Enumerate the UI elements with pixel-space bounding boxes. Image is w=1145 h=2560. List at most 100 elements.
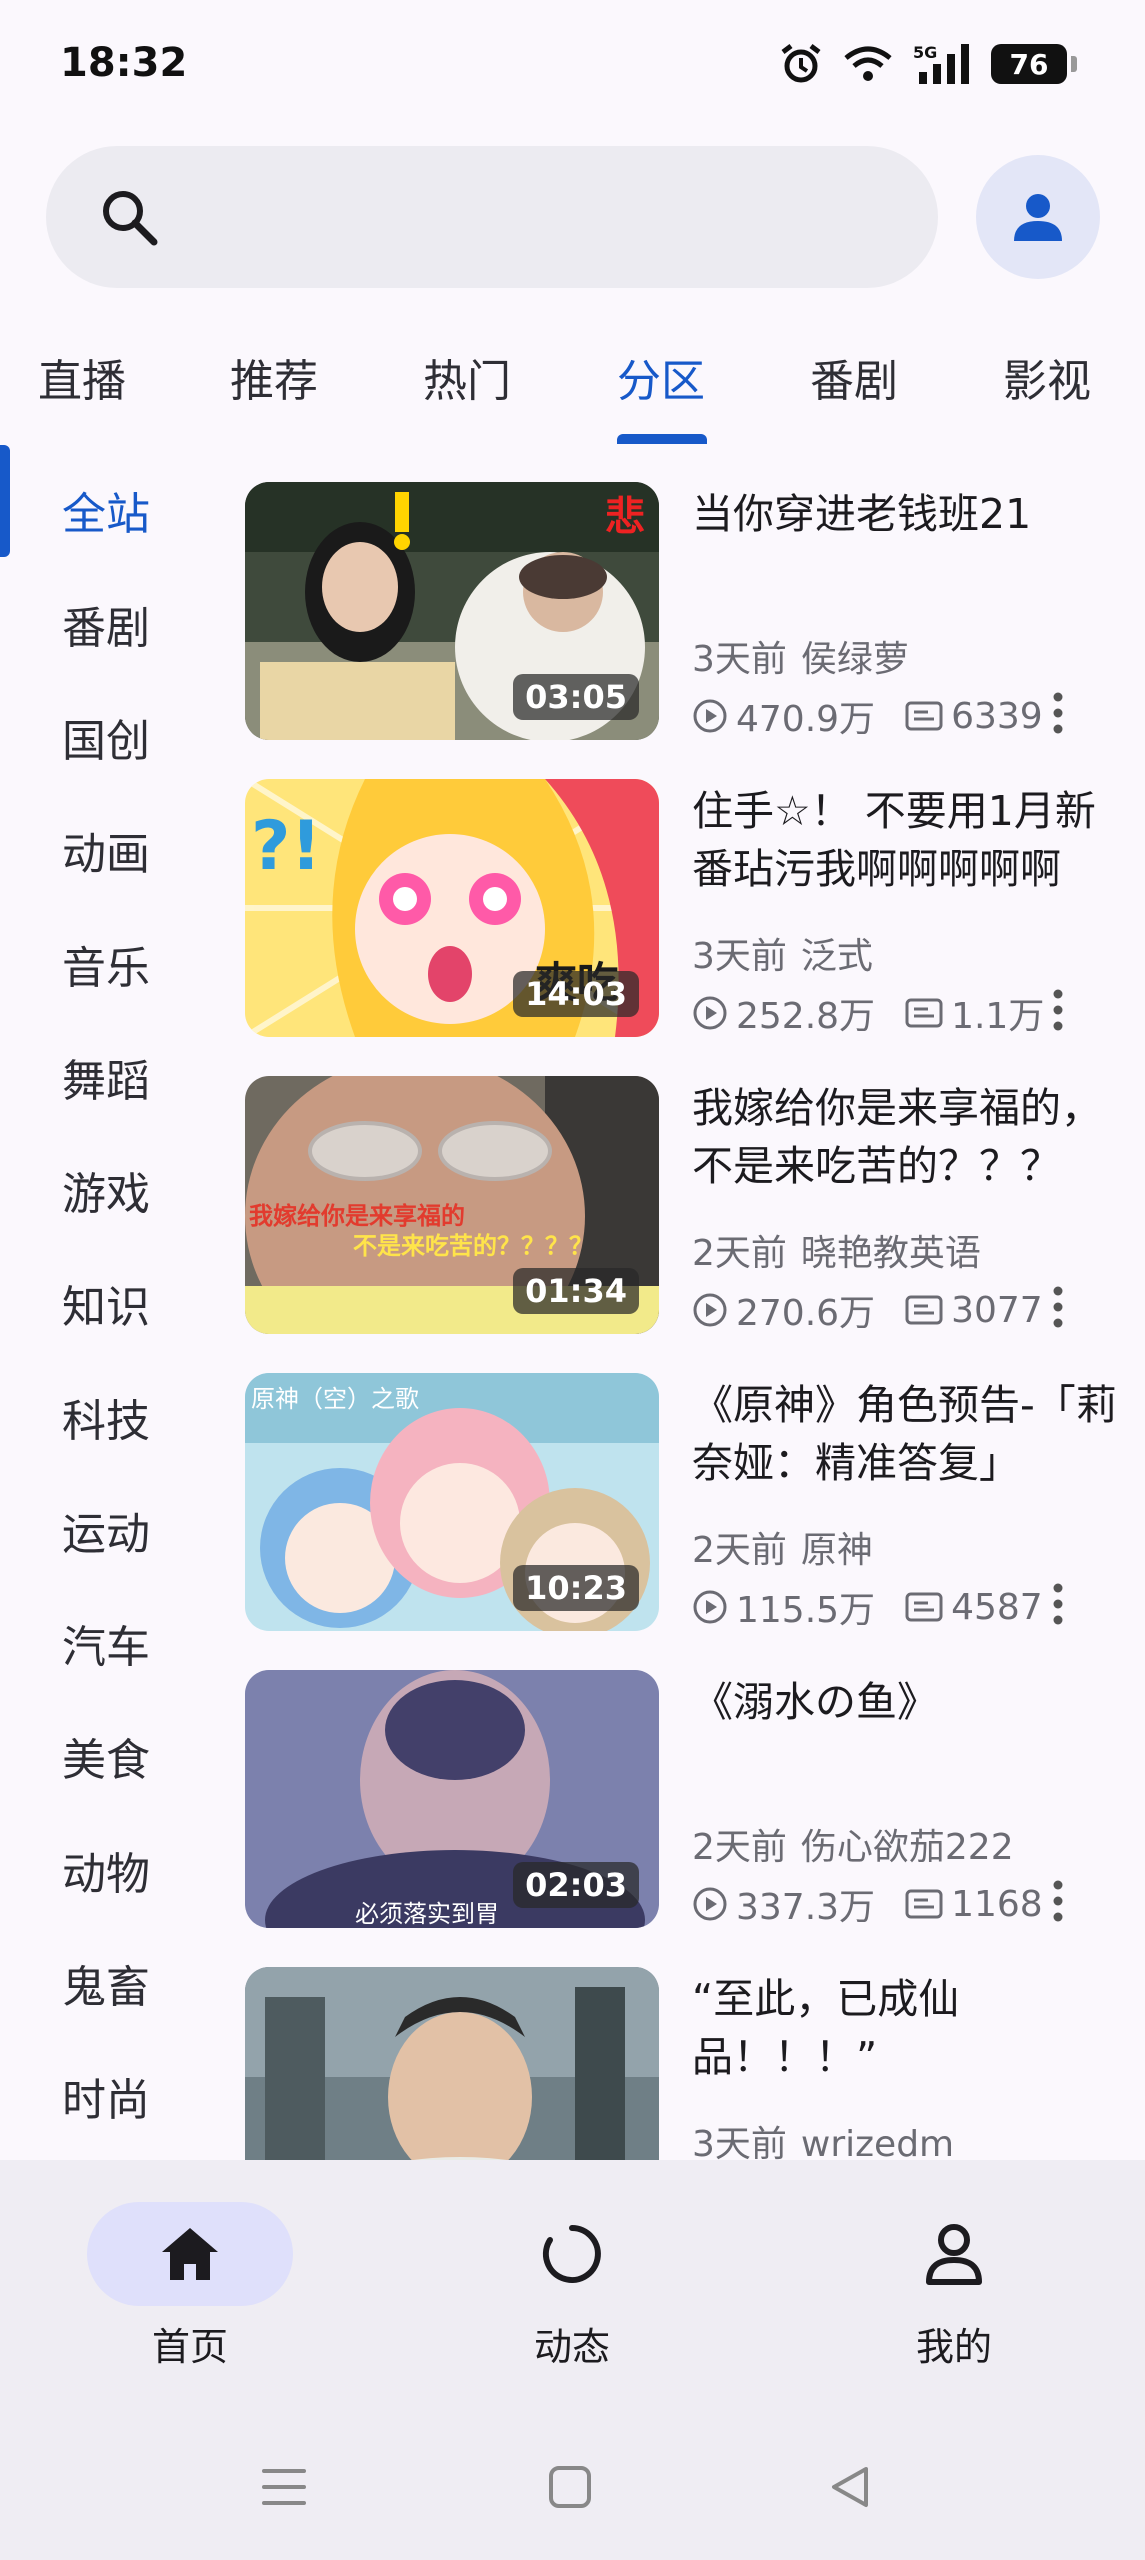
- video-uploader[interactable]: 原神: [801, 1530, 873, 1571]
- video-uploader[interactable]: 泛式: [801, 936, 873, 977]
- video-title[interactable]: 我嫁给你是来享福的，不是来吃苦的？？？: [692, 1079, 1132, 1195]
- home-icon: [162, 2228, 218, 2280]
- video-title[interactable]: 《原神》角色预告-「莉奈娅：精准答复」: [692, 1376, 1132, 1492]
- video-views: 252.8万: [736, 996, 876, 1037]
- video-thumbnail[interactable]: 悲 03:05: [245, 482, 659, 740]
- nav-dynamic-pill: [469, 2202, 675, 2306]
- back-icon[interactable]: [828, 2465, 872, 2509]
- category-food[interactable]: 美食: [62, 1724, 150, 1788]
- category-sports[interactable]: 运动: [62, 1498, 150, 1562]
- account-button[interactable]: [976, 155, 1100, 279]
- wifi-icon: [844, 46, 892, 81]
- danmaku-icon: [905, 1889, 943, 1919]
- category-bangumi[interactable]: 番剧: [62, 592, 150, 656]
- tab-recommended[interactable]: 推荐: [230, 345, 318, 409]
- video-title[interactable]: 《溺水の鱼》: [692, 1673, 1132, 1731]
- nav-profile[interactable]: 我的: [849, 2202, 1059, 2371]
- category-music[interactable]: 音乐: [62, 932, 150, 996]
- video-feed: 悲 03:05 当你穿进老钱班21 3天前 侯绿萝 470.9万 6339 ?!…: [240, 445, 1145, 2160]
- category-tech[interactable]: 科技: [62, 1385, 150, 1449]
- dynamic-icon: [542, 2225, 601, 2283]
- video-danmaku-count: 1168: [951, 1883, 1043, 1925]
- video-title[interactable]: 当你穿进老钱班21: [692, 485, 1132, 543]
- video-thumbnail[interactable]: 必须落实到胃 02:03: [245, 1670, 659, 1928]
- video-uploader[interactable]: 伤心欲茄222: [801, 1827, 1014, 1868]
- video-duration: 14:03: [513, 971, 639, 1017]
- nav-home-pill: [87, 2202, 293, 2306]
- category-guichu[interactable]: 鬼畜: [62, 1951, 150, 2015]
- video-views: 270.6万: [736, 1293, 876, 1334]
- nav-dynamic[interactable]: 动态: [467, 2202, 677, 2371]
- video-thumbnail[interactable]: ?! 爽吃 14:03: [245, 779, 659, 1037]
- tab-movies[interactable]: 影视: [1003, 345, 1091, 409]
- video-card[interactable]: 必须落实到胃 02:03 《溺水の鱼》 2天前 伤心欲茄222 337.3万 11…: [240, 1633, 1145, 1928]
- category-cars[interactable]: 汽车: [62, 1611, 150, 1675]
- video-card[interactable]: 原神（空）之歌 10:23 《原神》角色预告-「莉奈娅：精准答复」 2天前 原神 …: [240, 1336, 1145, 1631]
- video-meta: 3天前 泛式: [692, 927, 873, 979]
- svg-text:我嫁给你是来享福的: 我嫁给你是来享福的: [249, 1202, 465, 1230]
- video-stats: 252.8万 1.1万: [692, 987, 1044, 1039]
- video-title[interactable]: 住手☆！ 不要用1月新番玷污我啊啊啊啊啊: [692, 782, 1132, 898]
- video-duration: 02:03: [513, 1862, 639, 1908]
- video-title[interactable]: “至此，已成仙品！！！”: [692, 1970, 1132, 2086]
- video-stats: 115.5万 4587: [692, 1581, 1043, 1633]
- danmaku-icon: [905, 1592, 943, 1622]
- video-stats: 470.9万 6339: [692, 690, 1043, 742]
- tab-zones[interactable]: 分区: [617, 345, 705, 409]
- danmaku-icon: [905, 701, 943, 731]
- home-button-icon[interactable]: [548, 2465, 592, 2509]
- more-options-icon[interactable]: [1048, 1879, 1068, 1923]
- play-count-icon: [693, 1293, 727, 1327]
- more-options-icon[interactable]: [1048, 1285, 1068, 1329]
- category-dance[interactable]: 舞蹈: [62, 1045, 150, 1109]
- video-thumbnail[interactable]: [245, 1967, 659, 2160]
- video-card[interactable]: 悲 03:05 当你穿进老钱班21 3天前 侯绿萝 470.9万 6339: [240, 445, 1145, 740]
- category-knowledge[interactable]: 知识: [62, 1271, 150, 1335]
- video-uploader[interactable]: 侯绿萝: [801, 639, 909, 680]
- nav-home[interactable]: 首页: [85, 2202, 295, 2371]
- video-duration: 01:34: [513, 1268, 639, 1314]
- category-animation[interactable]: 动画: [62, 818, 150, 882]
- category-game[interactable]: 游戏: [62, 1158, 150, 1222]
- video-uploader[interactable]: wrizedm: [801, 2124, 954, 2160]
- video-meta: 3天前 wrizedm: [692, 2115, 954, 2160]
- play-count-icon: [693, 1590, 727, 1624]
- tab-anime[interactable]: 番剧: [810, 345, 898, 409]
- more-options-icon[interactable]: [1048, 988, 1068, 1032]
- svg-text:悲: 悲: [605, 494, 645, 540]
- video-card[interactable]: “至此，已成仙品！！！” 3天前 wrizedm: [240, 1930, 1145, 2160]
- category-all[interactable]: 全站: [62, 478, 150, 542]
- video-publish-time: 2天前: [692, 1233, 787, 1274]
- alarm-icon: [781, 44, 821, 83]
- video-thumbnail[interactable]: 我嫁给你是来享福的 不是来吃苦的？？？？ 01:34: [245, 1076, 659, 1334]
- category-animals[interactable]: 动物: [62, 1838, 150, 1902]
- thumbnail-image: [245, 1967, 659, 2160]
- recent-apps-icon[interactable]: [262, 2465, 306, 2509]
- video-thumbnail[interactable]: 原神（空）之歌 10:23: [245, 1373, 659, 1631]
- video-danmaku-count: 1.1万: [951, 996, 1045, 1037]
- video-card[interactable]: ?! 爽吃 14:03 住手☆！ 不要用1月新番玷污我啊啊啊啊啊 3天前泛式 2…: [240, 742, 1145, 1037]
- video-meta: 2天前 原神: [692, 1521, 873, 1573]
- video-uploader[interactable]: 晓艳教英语: [801, 1233, 981, 1274]
- more-options-icon[interactable]: [1048, 691, 1068, 735]
- play-count-icon: [693, 1887, 727, 1921]
- status-time: 18:32: [60, 40, 188, 86]
- video-meta: 2天前 晓艳教英语: [692, 1224, 981, 1276]
- top-tabs: 直播 推荐 热门 分区 番剧 影视: [0, 335, 1145, 445]
- category-fashion[interactable]: 时尚: [62, 2064, 150, 2128]
- video-publish-time: 3天前: [692, 2124, 787, 2160]
- tab-hot[interactable]: 热门: [423, 345, 511, 409]
- more-options-icon[interactable]: [1048, 1582, 1068, 1626]
- network-label: 5G: [913, 43, 937, 62]
- search-input[interactable]: [46, 146, 938, 288]
- video-duration: 10:23: [513, 1565, 639, 1611]
- video-publish-time: 2天前: [692, 1530, 787, 1571]
- category-guochuang[interactable]: 国创: [62, 705, 150, 769]
- tab-live[interactable]: 直播: [38, 345, 126, 409]
- video-meta: 3天前 侯绿萝: [692, 630, 909, 682]
- svg-text:不是来吃苦的？？？？: 不是来吃苦的？？？？: [353, 1232, 593, 1260]
- svg-text:?!: ?!: [251, 807, 321, 886]
- video-card[interactable]: 我嫁给你是来享福的 不是来吃苦的？？？？ 01:34 我嫁给你是来享福的，不是来…: [240, 1039, 1145, 1334]
- play-count-icon: [693, 996, 727, 1030]
- svg-text:必须落实到胃: 必须落实到胃: [355, 1900, 499, 1928]
